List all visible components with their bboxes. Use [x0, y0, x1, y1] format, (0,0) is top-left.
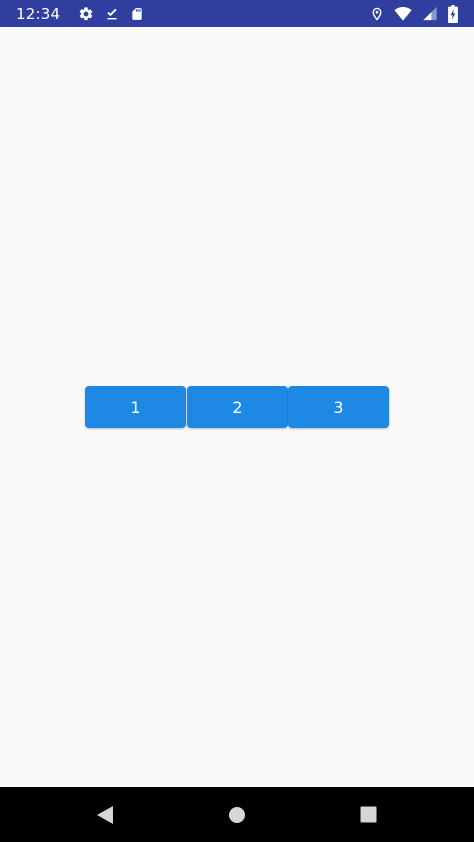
battery-charging-icon — [448, 4, 458, 23]
recents-button[interactable] — [338, 787, 398, 842]
content-area: 1 2 3 — [0, 27, 474, 787]
settings-icon — [78, 6, 94, 22]
signal-icon — [422, 6, 438, 21]
status-time: 12:34 — [16, 4, 61, 23]
navigation-bar — [0, 787, 474, 842]
button-2[interactable]: 2 — [187, 386, 288, 428]
sd-card-icon — [130, 6, 144, 22]
wifi-icon — [394, 6, 412, 21]
home-icon — [228, 806, 246, 824]
button-3[interactable]: 3 — [288, 386, 389, 428]
back-icon — [96, 805, 114, 825]
location-icon — [370, 6, 384, 22]
recents-icon — [360, 806, 377, 823]
button-1[interactable]: 1 — [85, 386, 186, 428]
download-done-icon — [104, 6, 120, 22]
status-left-group: 12:34 — [16, 0, 144, 27]
status-bar: 12:34 — [0, 0, 474, 27]
segmented-button-group: 1 2 3 — [85, 386, 389, 428]
home-button[interactable] — [207, 787, 267, 842]
back-button[interactable] — [75, 787, 135, 842]
status-right-group — [370, 0, 458, 27]
